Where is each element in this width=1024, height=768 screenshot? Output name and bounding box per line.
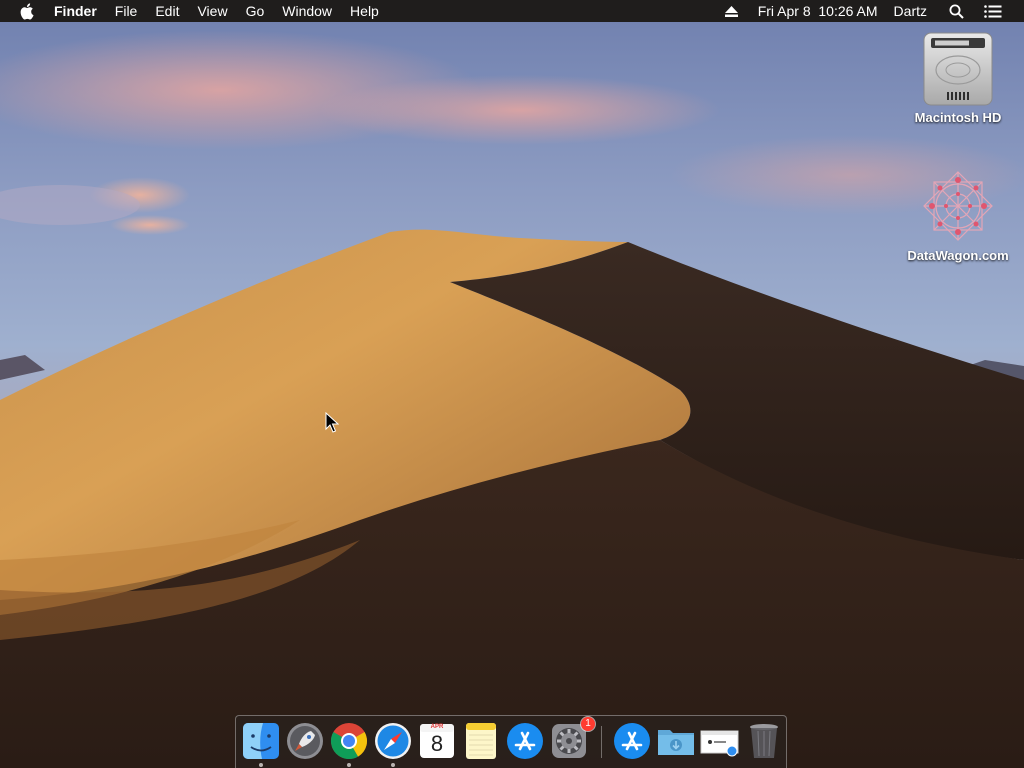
dock-item-launchpad[interactable] (285, 721, 325, 761)
desktop-icon-datawagon[interactable]: DataWagon.com (898, 166, 1018, 263)
menubar-clock[interactable]: Fri Apr 8 10:26 AM (758, 0, 878, 22)
dock-separator (601, 726, 602, 758)
menu-app-name[interactable]: Finder (54, 0, 97, 22)
app-store-stack-icon (614, 723, 650, 759)
menu-help[interactable]: Help (350, 0, 379, 22)
dock-item-document-stack[interactable] (700, 721, 740, 761)
menu-file[interactable]: File (115, 0, 138, 22)
eject-icon[interactable] (724, 5, 738, 17)
calendar-month: APR (430, 724, 444, 730)
dock-item-notes[interactable] (461, 721, 501, 761)
app-store-icon (507, 723, 543, 759)
menubar-user[interactable]: Dartz (894, 0, 927, 22)
dock-item-calendar[interactable]: APR 8 (417, 721, 457, 761)
document-stack-icon (700, 730, 739, 757)
dock-item-finder[interactable] (241, 721, 281, 761)
desktop[interactable]: Finder File Edit View Go Window Help Fri… (0, 0, 1024, 768)
desktop-icon-label: DataWagon.com (907, 248, 1009, 263)
dock-item-trash[interactable] (744, 721, 784, 761)
chrome-icon (330, 723, 368, 760)
calendar-day: 8 (430, 731, 444, 756)
dock-running-indicator (347, 763, 351, 767)
dock-item-safari[interactable] (373, 721, 413, 761)
datawagon-logo-icon (918, 166, 998, 246)
desktop-wallpaper (0, 0, 1024, 768)
launchpad-rocket-icon (287, 723, 323, 759)
mouse-cursor-icon (325, 412, 339, 433)
dock-item-chrome[interactable] (329, 721, 369, 761)
desktop-icon-macintosh-hd[interactable]: Macintosh HD (898, 28, 1018, 125)
desktop-icon-label: Macintosh HD (914, 110, 1002, 125)
finder-icon (243, 723, 279, 759)
notes-icon (466, 723, 496, 759)
spotlight-search-icon[interactable] (949, 4, 964, 19)
notification-badge: 1 (581, 717, 595, 731)
menu-edit[interactable]: Edit (155, 0, 179, 22)
menu-go[interactable]: Go (246, 0, 265, 22)
dock-item-downloads-folder[interactable] (656, 721, 696, 761)
dock: APR 8 1 (235, 715, 787, 768)
dock-running-indicator (391, 763, 395, 767)
safari-compass-icon (375, 723, 411, 759)
menu-window[interactable]: Window (282, 0, 332, 22)
dock-item-app-store[interactable] (505, 721, 545, 761)
downloads-folder-icon (658, 730, 694, 755)
dock-item-applications-stack[interactable] (612, 721, 652, 761)
menu-bar: Finder File Edit View Go Window Help Fri… (0, 0, 1024, 22)
trash-icon (750, 724, 778, 758)
dock-item-system-preferences[interactable]: 1 (549, 717, 595, 761)
apple-logo-icon[interactable] (20, 2, 36, 20)
dock-running-indicator (259, 763, 263, 767)
notification-center-icon[interactable] (984, 4, 1002, 18)
hard-drive-icon (918, 28, 998, 108)
menu-view[interactable]: View (197, 0, 227, 22)
